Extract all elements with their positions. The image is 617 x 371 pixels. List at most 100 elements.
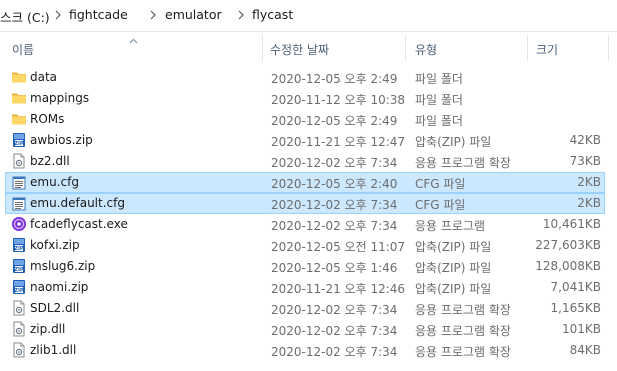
file-name: SDL2.dll [30,301,80,315]
file-row[interactable]: bz2.dll 2020-12-02 오후 7:34 응용 프로그램 확장 73KB [5,151,605,172]
file-modified-date: 2020-12-05 오전 11:07 [271,240,406,254]
file-name: fcadeflycast.exe [30,217,128,231]
dll-icon [11,153,27,169]
file-type: 압축(ZIP) 파일 [415,261,492,275]
file-modified-date: 2020-12-02 오후 7:34 [271,198,398,212]
file-row[interactable]: ZIP awbios.zip 2020-11-21 오후 12:47 압축(ZIP) … [5,130,605,151]
cfg-icon [11,196,27,212]
file-type: 파일 폴더 [415,114,463,128]
file-name: awbios.zip [30,133,93,147]
column-divider[interactable] [527,35,528,61]
file-type: 응용 프로그램 확장 [415,303,511,317]
file-type: CFG 파일 [415,198,466,212]
file-size: 84KB [569,343,601,357]
breadcrumb: 스크 (C:) fightcade emulator flycast [0,0,617,32]
file-size: 1,165KB [550,301,601,315]
file-row[interactable]: ROMs 2020-12-05 오후 2:49 파일 폴더 [5,109,605,130]
chevron-right-icon[interactable] [148,8,158,22]
zip-icon: ZIP [11,258,27,274]
file-size: 10,461KB [542,217,601,231]
file-modified-date: 2020-12-05 오후 1:46 [271,261,398,275]
column-header-type[interactable]: 유형 [415,41,437,58]
file-row[interactable]: emu.cfg 2020-12-05 오후 2:40 CFG 파일 2KB [5,172,605,193]
column-header-row: 이름 수정한 날짜 유형 크기 [0,32,617,63]
dll-icon [11,342,27,358]
file-type: 파일 폴더 [415,72,463,86]
column-divider[interactable] [405,35,406,61]
file-modified-date: 2020-12-05 오후 2:49 [271,72,398,86]
file-modified-date: 2020-12-02 오후 7:34 [271,324,398,338]
folder-icon [11,69,27,85]
file-name: zip.dll [30,322,66,336]
file-size: 128,008KB [535,259,601,273]
svg-text:ZIP: ZIP [14,288,23,294]
column-divider[interactable] [608,35,609,61]
file-row[interactable]: SDL2.dll 2020-12-02 오후 7:34 응용 프로그램 확장 1,16… [5,298,605,319]
sort-ascending-icon [129,33,138,44]
column-header-name[interactable]: 이름 [12,41,34,58]
flycast-app-icon [11,216,27,232]
file-size: 227,603KB [535,238,601,252]
svg-text:ZIP: ZIP [14,246,23,252]
svg-text:ZIP: ZIP [14,267,23,273]
file-row[interactable]: zlib1.dll 2020-12-02 오후 7:34 응용 프로그램 확장 84K… [5,340,605,361]
zip-icon: ZIP [11,132,27,148]
file-modified-date: 2020-12-02 오후 7:34 [271,345,398,359]
chevron-right-icon[interactable] [53,8,63,22]
column-header-size[interactable]: 크기 [536,41,558,58]
chevron-right-icon[interactable] [236,8,246,22]
file-name: mslug6.zip [30,259,96,273]
file-name: naomi.zip [30,280,89,294]
file-row[interactable]: ZIP mslug6.zip 2020-12-05 오후 1:46 압축(ZIP) 파… [5,256,605,277]
file-name: data [30,70,58,84]
cfg-icon [11,175,27,191]
file-row[interactable]: ZIP naomi.zip 2020-11-21 오후 12:46 압축(ZIP) 파… [5,277,605,298]
file-name: mappings [30,91,90,105]
file-size: 73KB [569,154,601,168]
file-type: 응용 프로그램 확장 [415,156,511,170]
file-modified-date: 2020-11-21 오후 12:46 [271,282,406,296]
column-divider[interactable] [262,35,263,61]
file-size: 7,041KB [550,280,601,294]
file-name: emu.default.cfg [30,196,125,210]
folder-icon [11,111,27,127]
file-modified-date: 2020-11-21 오후 12:47 [271,135,406,149]
breadcrumb-item-flycast[interactable]: flycast [252,7,293,22]
folder-icon [11,90,27,106]
file-row[interactable]: emu.default.cfg 2020-12-02 오후 7:34 CFG 파일 2… [5,193,605,214]
zip-icon: ZIP [11,237,27,253]
file-row[interactable]: data 2020-12-05 오후 2:49 파일 폴더 [5,67,605,88]
file-modified-date: 2020-12-05 오후 2:40 [271,177,398,191]
file-type: 압축(ZIP) 파일 [415,135,492,149]
breadcrumb-item-fightcade[interactable]: fightcade [69,7,128,22]
file-modified-date: 2020-12-05 오후 2:49 [271,114,398,128]
file-name: bz2.dll [30,154,70,168]
file-size: 42KB [569,133,601,147]
svg-text:ZIP: ZIP [14,141,23,147]
file-name: zlib1.dll [30,343,77,357]
file-name: emu.cfg [30,175,79,189]
dll-icon [11,321,27,337]
file-type: 응용 프로그램 [415,219,486,233]
file-type: 압축(ZIP) 파일 [415,282,492,296]
file-modified-date: 2020-12-02 오후 7:34 [271,219,398,233]
file-type: 압축(ZIP) 파일 [415,240,492,254]
breadcrumb-item-emulator[interactable]: emulator [165,7,222,22]
file-row[interactable]: zip.dll 2020-12-02 오후 7:34 응용 프로그램 확장 101KB [5,319,605,340]
file-name: kofxi.zip [30,238,80,252]
file-type: 응용 프로그램 확장 [415,345,511,359]
zip-icon: ZIP [11,279,27,295]
file-type: 파일 폴더 [415,93,463,107]
file-modified-date: 2020-12-02 오후 7:34 [271,156,398,170]
file-name: ROMs [30,112,65,126]
file-row[interactable]: fcadeflycast.exe 2020-12-02 오후 7:34 응용 프로그… [5,214,605,235]
dll-icon [11,300,27,316]
file-row[interactable]: ZIP kofxi.zip 2020-12-05 오전 11:07 압축(ZIP) 파… [5,235,605,256]
column-header-date[interactable]: 수정한 날짜 [270,41,329,58]
file-type: 응용 프로그램 확장 [415,324,511,338]
file-modified-date: 2020-12-02 오후 7:34 [271,303,398,317]
file-size: 2KB [577,196,601,210]
file-row[interactable]: mappings 2020-11-12 오후 10:38 파일 폴더 [5,88,605,109]
file-size: 101KB [561,322,601,336]
breadcrumb-item-drive[interactable]: 스크 (C:) [0,7,50,26]
